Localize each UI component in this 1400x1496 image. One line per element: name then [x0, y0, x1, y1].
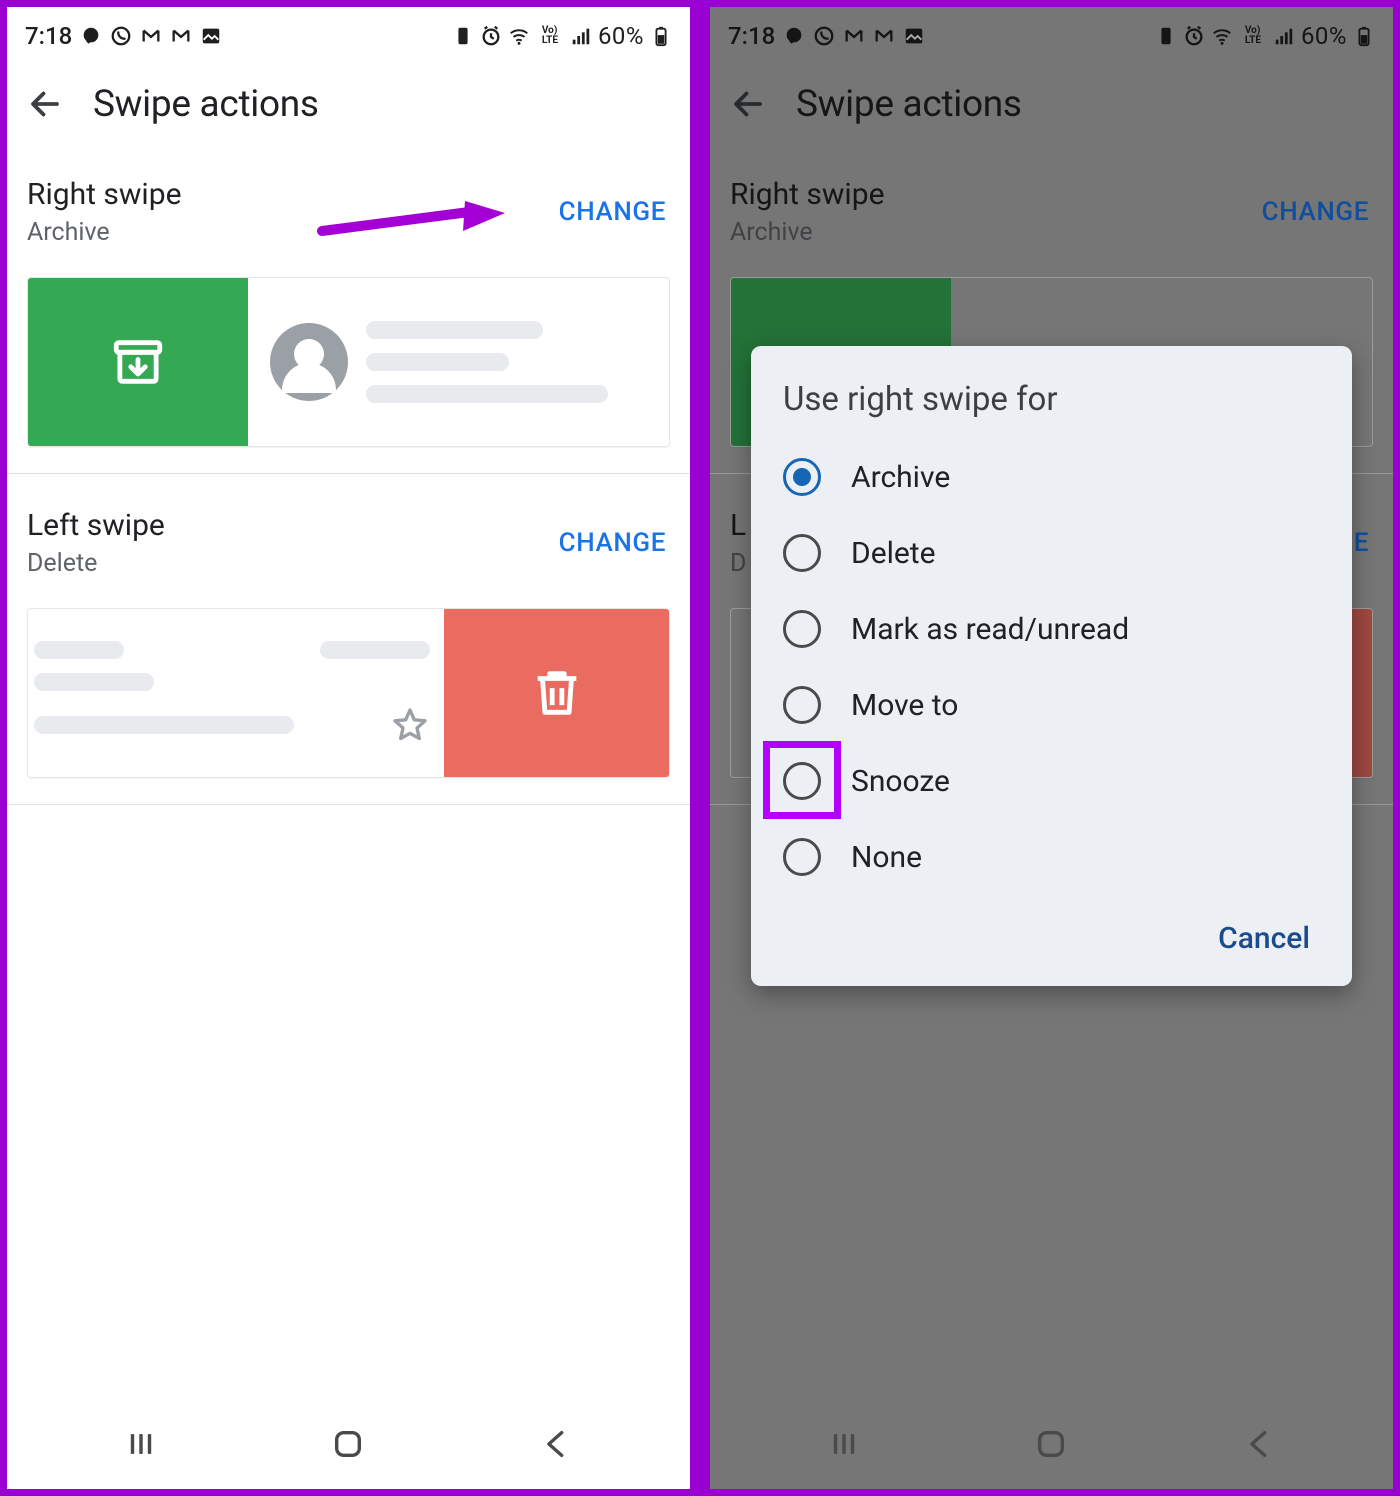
radio-option-delete[interactable]: Delete — [783, 515, 1320, 591]
nav-home[interactable] — [318, 1414, 378, 1474]
arrow-back-icon — [27, 86, 63, 122]
nav-back[interactable] — [526, 1414, 586, 1474]
chat-icon — [80, 25, 102, 47]
radio-label: None — [851, 840, 922, 875]
avatar-placeholder — [270, 323, 348, 401]
right-swipe-title: Right swipe — [27, 177, 181, 212]
page-title: Swipe actions — [93, 83, 319, 126]
sk-line — [34, 641, 124, 659]
left-swipe-title: Left swipe — [27, 508, 165, 543]
trash-icon — [528, 664, 586, 722]
left-swipe-section: Left swipe Delete CHANGE — [7, 474, 690, 805]
delete-color-block — [444, 609, 669, 777]
star-outline-icon — [390, 705, 430, 745]
battery-saver-icon — [452, 25, 474, 47]
sk-line — [366, 385, 608, 403]
right-swipe-action: Archive — [27, 218, 181, 247]
radio-option-none[interactable]: None — [783, 819, 1320, 895]
right-swipe-section: Right swipe Archive CHANGE — [7, 143, 690, 474]
battery-percent: 60% — [598, 22, 644, 50]
radio-label: Delete — [851, 536, 936, 571]
radio-option-mark-as-read-unread[interactable]: Mark as read/unread — [783, 591, 1320, 667]
system-nav-bar — [7, 1399, 690, 1489]
radio-button-icon — [783, 458, 821, 496]
skeleton-lines-left — [28, 641, 430, 745]
sk-line — [34, 673, 154, 691]
radio-label: Snooze — [851, 764, 950, 799]
archive-color-block — [28, 278, 248, 446]
back-button[interactable] — [21, 80, 69, 128]
right-swipe-preview — [27, 277, 670, 447]
archive-icon — [109, 333, 167, 391]
radio-button-icon — [783, 762, 821, 800]
radio-label: Archive — [851, 460, 950, 495]
gmail-m-icon-1 — [140, 25, 162, 47]
status-bar: 7:18 Vo)LTE 60% — [7, 7, 690, 65]
status-left-cluster: 7:18 — [25, 22, 222, 50]
left-swipe-change-button[interactable]: CHANGE — [555, 522, 670, 564]
sk-line — [366, 353, 509, 371]
radio-button-icon — [783, 838, 821, 876]
radio-option-archive[interactable]: Archive — [783, 439, 1320, 515]
radio-option-snooze[interactable]: Snooze — [783, 743, 1320, 819]
right-swipe-change-button[interactable]: CHANGE — [555, 191, 670, 233]
gmail-m-icon-2 — [170, 25, 192, 47]
skeleton-lines — [366, 321, 651, 403]
dialog-title: Use right swipe for — [783, 380, 1320, 419]
wifi-icon — [508, 25, 530, 47]
battery-icon — [650, 25, 672, 47]
left-swipe-preview — [27, 608, 670, 778]
whatsapp-icon — [110, 25, 132, 47]
status-time: 7:18 — [25, 22, 72, 50]
screenshot-swipe-actions: 7:18 Vo)LTE 60% Swipe actions Right swip… — [4, 4, 693, 1492]
sk-line — [320, 641, 430, 659]
radio-button-icon — [783, 534, 821, 572]
radio-button-icon — [783, 686, 821, 724]
volte-icon: Vo)LTE — [536, 25, 564, 47]
nav-recents[interactable] — [814, 1414, 874, 1474]
system-nav-bar — [710, 1399, 1393, 1489]
sk-line — [34, 716, 294, 734]
dialog-cancel-button[interactable]: Cancel — [1208, 909, 1320, 968]
radio-option-move-to[interactable]: Move to — [783, 667, 1320, 743]
right-swipe-dialog: Use right swipe for Archive Delete Mark as… — [751, 346, 1352, 986]
signal-icon — [570, 25, 592, 47]
radio-list: Archive Delete Mark as read/unread Move to S… — [783, 439, 1320, 895]
radio-label: Move to — [851, 688, 958, 723]
preview-content-left — [28, 609, 444, 777]
left-swipe-action: Delete — [27, 549, 165, 578]
nav-back[interactable] — [1229, 1414, 1289, 1474]
status-right-cluster: Vo)LTE 60% — [452, 22, 672, 50]
image-icon — [200, 25, 222, 47]
nav-home[interactable] — [1021, 1414, 1081, 1474]
radio-label: Mark as read/unread — [851, 612, 1129, 647]
alarm-icon — [480, 25, 502, 47]
sk-line — [366, 321, 543, 339]
radio-button-icon — [783, 610, 821, 648]
app-toolbar: Swipe actions — [7, 65, 690, 143]
nav-recents[interactable] — [111, 1414, 171, 1474]
screenshot-swipe-dialog: 7:18 Vo)LTE 60% Swipe actions Right swip… — [707, 4, 1396, 1492]
preview-content-right — [248, 278, 669, 446]
